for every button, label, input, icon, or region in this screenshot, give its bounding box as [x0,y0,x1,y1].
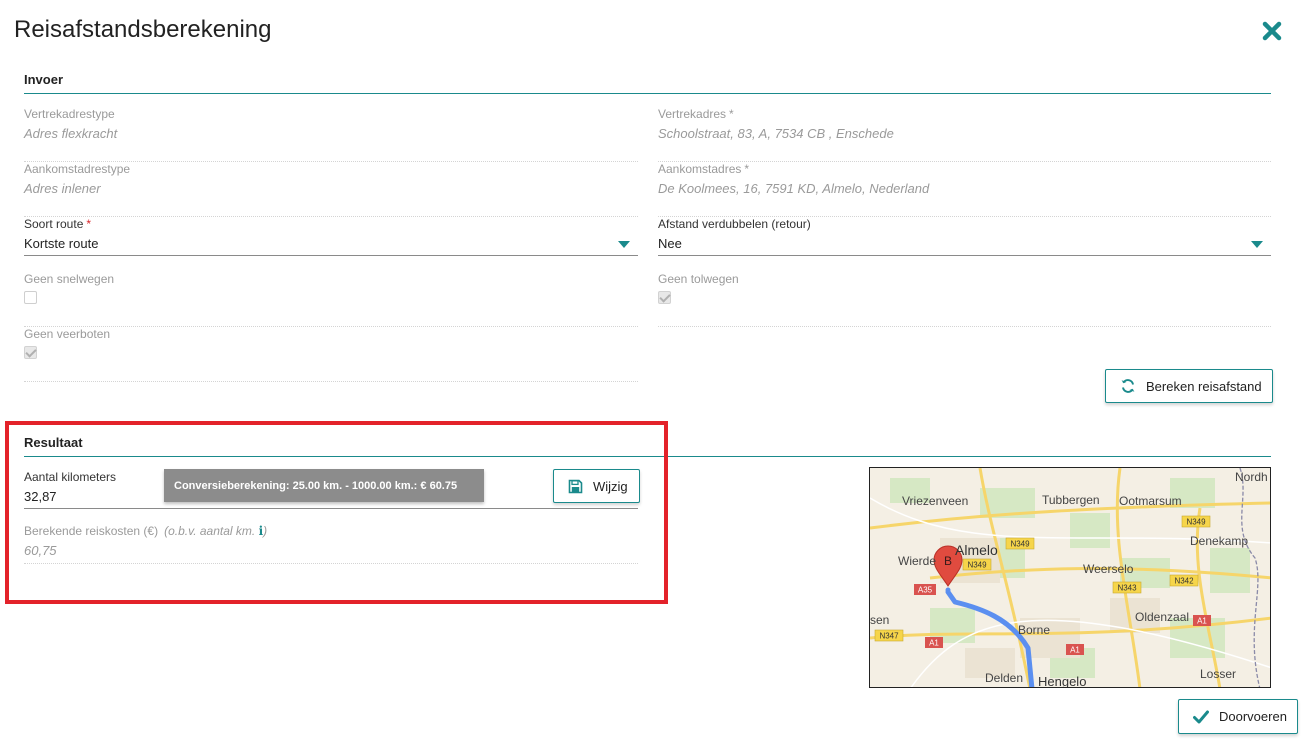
geen-veerboten-field: Geen veerboten [24,327,638,382]
calculate-distance-button[interactable]: Bereken reisafstand [1105,369,1273,403]
road-label: A35 [918,586,933,595]
afstand-verdubbelen-value: Nee [658,236,682,251]
dialog-title: Reisafstandsberekening [14,16,272,43]
chevron-down-icon[interactable] [1251,241,1263,248]
map-place-label: Nordh [1235,470,1268,484]
chevron-down-icon[interactable] [618,241,630,248]
road-label: A1 [1197,617,1207,626]
geen-veerboten-checkbox[interactable] [24,346,37,359]
soort-route-select[interactable]: Soort route * Kortste route [24,217,638,256]
vertrek-type-label: Vertrekadrestype [24,107,115,121]
aankomst-adres-value: De Koolmees, 16, 7591 KD, Almelo, Nederl… [658,181,930,196]
result-highlight-box [5,421,668,604]
geen-snelwegen-field: Geen snelwegen [24,272,638,327]
required-mark: * [744,162,750,176]
check-icon [1193,710,1209,723]
geen-veerboten-label: Geen veerboten [24,327,111,341]
required-mark: * [86,217,92,231]
map-place-label: Denekamp [1190,534,1248,548]
road-label: A1 [1070,646,1080,655]
vertrek-adres-field: Vertrekadres * Schoolstraat, 83, A, 7534 … [658,107,1271,162]
map-place-label: Wierde [898,554,936,568]
map-place-label: Vriezenveen [902,494,968,508]
marker-label: B [944,554,952,568]
geen-snelwegen-checkbox[interactable] [24,291,37,304]
vertrek-type-field: Vertrekadrestype Adres flexkracht [24,107,638,162]
required-mark: * [729,107,734,121]
close-icon[interactable] [1259,18,1285,44]
map-place-label: sen [870,613,889,627]
geen-tolwegen-field: Geen tolwegen [658,272,1271,327]
confirm-button-label: Doorvoeren [1219,709,1287,724]
map-place-label: Hengelo [1038,674,1086,688]
aankomst-type-field: Aankomstadrestype Adres inlener [24,162,638,217]
soort-route-label: Soort route * [24,217,92,231]
route-map[interactable]: B Nordh Vriezenveen Tubbergen Ootmarsum … [869,467,1271,688]
map-place-label: Delden [985,671,1023,685]
refresh-icon [1121,379,1135,393]
soort-route-value: Kortste route [24,236,99,251]
map-place-label: Losser [1200,667,1236,681]
geen-tolwegen-label: Geen tolwegen [658,272,739,286]
map-place-label: Ootmarsum [1119,494,1182,508]
calculate-button-label: Bereken reisafstand [1146,378,1262,394]
map-place-label: Tubbergen [1042,493,1100,507]
vertrek-type-value: Adres flexkracht [24,126,118,141]
afstand-verdubbelen-select[interactable]: Afstand verdubbelen (retour) Nee [658,217,1271,256]
aankomst-type-label: Aankomstadrestype [24,162,131,176]
road-label: N349 [1010,540,1030,549]
aankomst-adres-field: Aankomstadres * De Koolmees, 16, 7591 KD,… [658,162,1271,217]
geen-tolwegen-checkbox[interactable] [658,291,671,304]
aankomst-type-value: Adres inlener [24,181,101,196]
map-place-label: Almelo [955,542,998,558]
input-section-divider [24,93,1271,94]
geen-snelwegen-label: Geen snelwegen [24,272,115,286]
map-place-label: Weerselo [1083,562,1134,576]
map-place-label: Borne [1018,623,1050,637]
road-label: N342 [1174,577,1194,586]
aankomst-adres-label: Aankomstadres * [658,162,750,176]
input-section-heading: Invoer [24,72,64,87]
road-label: N349 [967,561,987,570]
road-label: N347 [879,632,899,641]
vertrek-adres-label: Vertrekadres * [658,107,734,121]
vertrek-adres-value: Schoolstraat, 83, A, 7534 CB , Enschede [658,126,894,141]
road-label: N343 [1117,584,1137,593]
afstand-verdubbelen-label: Afstand verdubbelen (retour) [658,217,811,231]
confirm-button[interactable]: Doorvoeren [1178,699,1298,734]
road-label: N349 [1186,518,1206,527]
map-place-label: Oldenzaal [1135,610,1189,624]
road-label: A1 [929,639,939,648]
